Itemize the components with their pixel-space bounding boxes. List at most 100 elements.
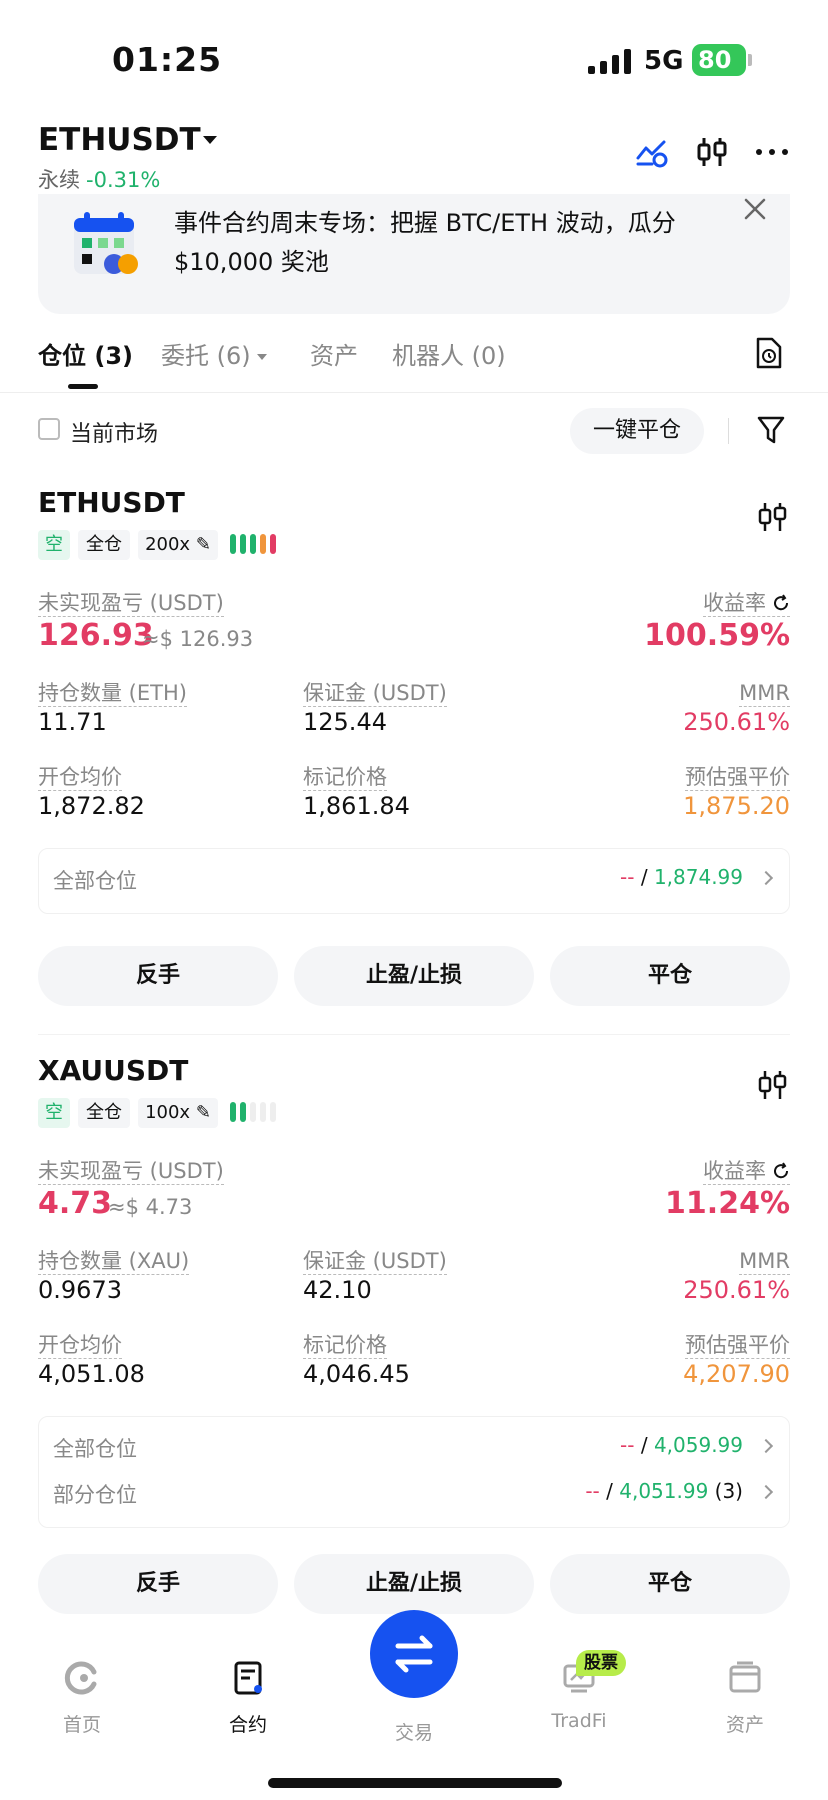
leverage-value: 200x [145, 534, 191, 555]
tpsl-row-label: 全部仓位 [53, 1437, 137, 1461]
network-type: 5G [644, 46, 684, 76]
tpsl-row-full[interactable]: 全部仓位 -- / 4,059.99 [39, 1429, 791, 1469]
tab-orders-label: 委托 (6) [161, 342, 251, 370]
mark-price-value: 4,046.45 [303, 1360, 410, 1388]
price-change: -0.31% [86, 168, 161, 192]
tpsl-values: -- / 4,059.99 [620, 1433, 743, 1457]
more-icon[interactable] [754, 134, 790, 170]
nav-assets[interactable]: 资产 [690, 1660, 800, 1737]
tab-positions[interactable]: 仓位 (3) [38, 336, 133, 371]
mark-price-label[interactable]: 标记价格 [303, 764, 387, 791]
margin-label[interactable]: 保证金 (USDT) [303, 680, 447, 707]
leverage-tag[interactable]: 100x ✎ [138, 1098, 218, 1128]
strategy-chart-icon[interactable] [634, 134, 670, 170]
tpsl-row-label: 部分仓位 [53, 1483, 137, 1507]
candlestick-icon[interactable] [756, 1068, 788, 1102]
filter-icon[interactable] [756, 414, 786, 446]
event-banner[interactable]: 事件合约周末专场：把握 BTC/ETH 波动，瓜分 $10,000 奖池 [38, 194, 790, 314]
tpsl-row-partial[interactable]: 部分仓位 -- / 4,051.99 (3) [39, 1475, 791, 1515]
contract-header: ETHUSDT 永续 -0.31% [38, 118, 792, 192]
card-divider [38, 1034, 790, 1035]
unrealized-pnl-value: 126.93 [38, 618, 154, 653]
candlestick-icon[interactable] [694, 134, 730, 170]
status-bar: 01:25 5G 80 [0, 0, 828, 110]
take-profit-value: -- [620, 1433, 635, 1457]
margin-label[interactable]: 保证金 (USDT) [303, 1248, 447, 1275]
mark-price-label[interactable]: 标记价格 [303, 1332, 387, 1359]
reverse-button[interactable]: 反手 [38, 946, 278, 1006]
margin-value[interactable]: 42.10 [303, 1276, 372, 1304]
refresh-icon[interactable] [772, 1162, 790, 1180]
trade-button[interactable] [370, 1610, 458, 1698]
tpsl-values: -- / 1,874.99 [620, 865, 743, 889]
size-value: 0.9673 [38, 1276, 122, 1304]
margin-mode-tag[interactable]: 全仓 [78, 1098, 130, 1128]
current-market-checkbox[interactable] [38, 418, 60, 440]
leverage-tag[interactable]: 200x ✎ [138, 530, 218, 560]
history-doc-icon[interactable] [754, 336, 784, 370]
filter-divider [728, 418, 729, 444]
chevron-right-icon [758, 870, 774, 886]
tab-assets[interactable]: 资产 [310, 336, 358, 371]
edit-icon: ✎ [195, 1102, 211, 1123]
liq-price-label[interactable]: 预估强平价 [685, 764, 790, 791]
take-profit-value: -- [620, 865, 635, 889]
size-label[interactable]: 持仓数量 (ETH) [38, 680, 187, 707]
position-tabs: 仓位 (3) 委托 (6) 资产 机器人 (0) [38, 336, 792, 392]
roe-label[interactable]: 收益率 [703, 1158, 790, 1185]
size-value: 11.71 [38, 708, 107, 736]
unrealized-pnl-usd: ≈$ 4.73 [108, 1195, 193, 1219]
tpsl-button[interactable]: 止盈/止损 [294, 1554, 534, 1614]
entry-price-label[interactable]: 开仓均价 [38, 1332, 122, 1359]
tpsl-row-label: 全部仓位 [53, 869, 137, 893]
tab-bots[interactable]: 机器人 (0) [392, 336, 506, 371]
nav-futures[interactable]: 合约 [193, 1660, 303, 1737]
battery-icon: 80 [692, 44, 746, 76]
position-card-ethusdt: ETHUSDT 空 全仓 200x ✎ 未实现盈亏 (USDT) 126.93 … [38, 486, 791, 1035]
roe-label[interactable]: 收益率 [703, 590, 790, 617]
leverage-value: 100x [145, 1102, 191, 1123]
nav-label: 首页 [62, 1714, 101, 1736]
liq-price-value: 4,207.90 [683, 1360, 790, 1388]
side-tag: 空 [38, 530, 70, 560]
liq-price-value: 1,875.20 [683, 792, 790, 820]
trade-label[interactable]: 交易 [370, 1718, 458, 1745]
roe-label-text: 收益率 [703, 1159, 766, 1183]
tab-orders[interactable]: 委托 (6) [161, 336, 267, 371]
close-icon[interactable] [740, 194, 770, 224]
tpsl-row-full[interactable]: 全部仓位 -- / 1,874.99 [39, 861, 791, 901]
liq-price-label[interactable]: 预估强平价 [685, 1332, 790, 1359]
mmr-value: 250.61% [683, 1276, 790, 1304]
home-icon [64, 1661, 97, 1695]
size-label[interactable]: 持仓数量 (XAU) [38, 1248, 190, 1275]
tpsl-values: -- / 4,051.99 (3) [585, 1479, 743, 1503]
close-all-button[interactable]: 一键平仓 [570, 408, 704, 454]
candlestick-icon[interactable] [756, 500, 788, 534]
mmr-label[interactable]: MMR [739, 1248, 790, 1275]
tpsl-button[interactable]: 止盈/止损 [294, 946, 534, 1006]
reverse-button[interactable]: 反手 [38, 1554, 278, 1614]
current-market-label[interactable]: 当前市场 [70, 416, 158, 448]
position-symbol[interactable]: XAUUSDT [38, 1054, 188, 1087]
close-position-button[interactable]: 平仓 [550, 1554, 790, 1614]
unrealized-pnl-value: 4.73 [38, 1186, 113, 1221]
mmr-label[interactable]: MMR [739, 680, 790, 707]
contract-type: 永续 [38, 168, 80, 192]
margin-value[interactable]: 125.44 [303, 708, 387, 736]
close-position-button[interactable]: 平仓 [550, 946, 790, 1006]
symbol-selector[interactable]: ETHUSDT [38, 122, 201, 158]
entry-price-value: 4,051.08 [38, 1360, 145, 1388]
margin-mode-tag[interactable]: 全仓 [78, 530, 130, 560]
position-symbol[interactable]: ETHUSDT [38, 486, 185, 519]
unrealized-pnl-label[interactable]: 未实现盈亏 (USDT) [38, 590, 224, 617]
nav-home[interactable]: 首页 [27, 1660, 137, 1737]
side-tag: 空 [38, 1098, 70, 1128]
calendar-icon [74, 212, 138, 274]
nav-label: 合约 [228, 1714, 267, 1736]
unrealized-pnl-label[interactable]: 未实现盈亏 (USDT) [38, 1158, 224, 1185]
wallet-icon [729, 1661, 761, 1693]
entry-price-label[interactable]: 开仓均价 [38, 764, 122, 791]
refresh-icon[interactable] [772, 594, 790, 612]
tab-indicator [68, 384, 98, 389]
chevron-down-icon[interactable] [203, 136, 217, 144]
